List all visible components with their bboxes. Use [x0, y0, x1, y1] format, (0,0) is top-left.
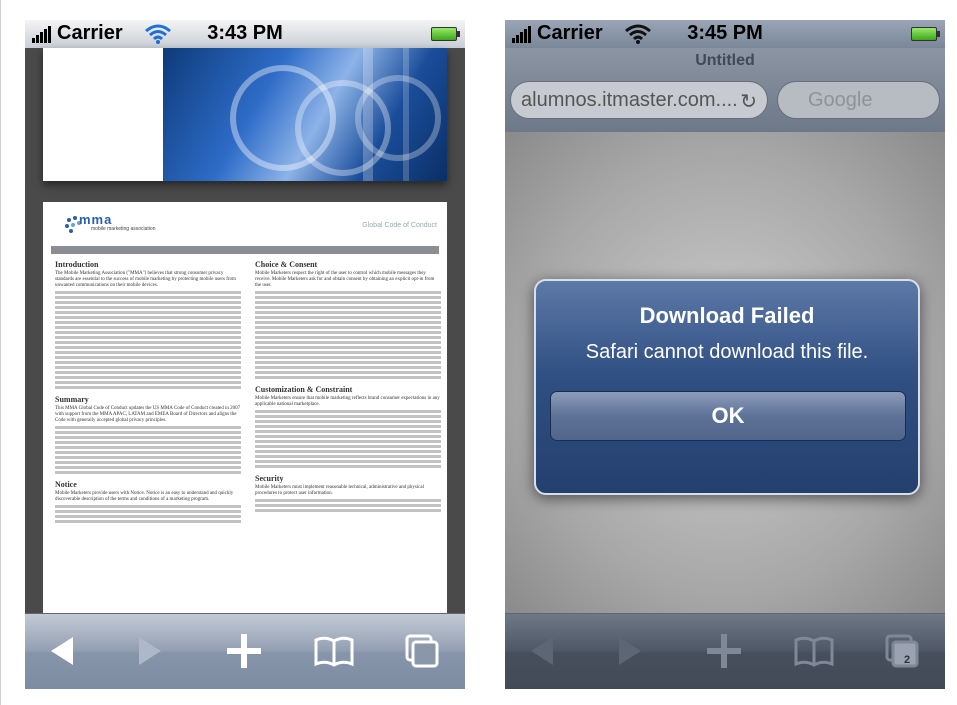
section-text: Mobile Marketers ensure that mobile mark…: [255, 396, 440, 407]
pages-icon: [405, 634, 439, 668]
forward-arrow-icon: [139, 637, 161, 665]
web-content: Download Failed Safari cannot download t…: [505, 132, 945, 614]
ok-button[interactable]: OK: [550, 391, 906, 441]
pdf-page-content: mma mobile marketing association Global …: [43, 202, 447, 632]
left-column: Introduction The Mobile Marketing Associ…: [55, 260, 241, 525]
header-rule: [51, 246, 439, 254]
pdf-page-cover: [43, 48, 447, 181]
url-field[interactable]: alumnos.itmaster.com.... ↻: [510, 81, 768, 119]
pages-icon: [885, 634, 919, 668]
section-text: Mobile Marketers provide users with Noti…: [55, 491, 234, 502]
section-text: Mobile Marketers must implement reasonab…: [255, 485, 424, 496]
section-text: The Mobile Marketing Association ("MMA")…: [55, 271, 236, 288]
section-heading: Introduction: [55, 260, 99, 269]
plus-icon: [707, 634, 741, 668]
section-heading: Choice & Consent: [255, 260, 318, 269]
section-heading: Customization & Constraint: [255, 385, 353, 394]
download-failed-alert: Download Failed Safari cannot download t…: [534, 279, 920, 495]
battery-icon: [431, 27, 460, 41]
bookmarks-button[interactable]: [311, 628, 357, 674]
logo-subtitle: mobile marketing association: [91, 226, 156, 232]
search-placeholder: Google: [808, 89, 873, 111]
safari-toolbar: 2: [505, 613, 945, 689]
cover-artwork: [163, 48, 447, 181]
url-text: alumnos.itmaster.com....: [521, 89, 738, 111]
section-heading: Notice: [55, 480, 77, 489]
alert-title: Download Failed: [639, 303, 815, 328]
pages-button[interactable]: [399, 628, 445, 674]
back-button[interactable]: [519, 628, 565, 674]
back-arrow-icon: [531, 637, 553, 665]
forward-button[interactable]: [127, 628, 173, 674]
document-viewer[interactable]: mma mobile marketing association Global …: [25, 48, 465, 632]
add-button[interactable]: [221, 628, 267, 674]
status-time: 3:45 PM: [687, 22, 763, 44]
section-heading: Security: [255, 474, 284, 483]
safari-toolbar: [25, 613, 465, 689]
left-phone-screen: Carrier 3:43 PM mma mobile marketing ass…: [25, 20, 465, 689]
right-phone-screen: Carrier 3:45 PM Untitled alumnos.itmaste…: [505, 20, 945, 689]
section-text: This MMA Global Code of Conduct updates …: [55, 406, 241, 423]
forward-button[interactable]: [607, 628, 653, 674]
back-button[interactable]: [39, 628, 85, 674]
logo-text: mma: [79, 212, 113, 227]
safari-navbar: Untitled alumnos.itmaster.com.... ↻ Goog…: [505, 48, 945, 132]
forward-arrow-icon: [619, 637, 641, 665]
frame-border: [0, 0, 1, 705]
alert-message: Safari cannot download this file.: [585, 341, 869, 363]
page-title: Untitled: [695, 52, 755, 69]
bookmarks-button[interactable]: [791, 628, 837, 674]
plus-icon: [227, 634, 261, 668]
add-button[interactable]: [701, 628, 747, 674]
pages-count: 2: [904, 654, 911, 666]
battery-icon: [911, 27, 940, 41]
section-heading: Summary: [55, 395, 89, 404]
reload-icon[interactable]: ↻: [740, 89, 757, 114]
section-text: Mobile Marketers respect the right of th…: [255, 271, 435, 288]
status-bar: Carrier 3:43 PM: [25, 20, 465, 48]
right-column: Choice & Consent Mobile Marketers respec…: [255, 260, 441, 514]
status-time: 3:43 PM: [207, 22, 283, 44]
book-icon: [794, 636, 834, 667]
pages-button[interactable]: 2: [879, 628, 925, 674]
book-icon: [314, 636, 354, 667]
document-header: Global Code of Conduct: [362, 222, 437, 229]
back-arrow-icon: [51, 637, 73, 665]
search-field[interactable]: Google: [777, 81, 940, 119]
status-bar: Carrier 3:45 PM: [505, 20, 945, 48]
